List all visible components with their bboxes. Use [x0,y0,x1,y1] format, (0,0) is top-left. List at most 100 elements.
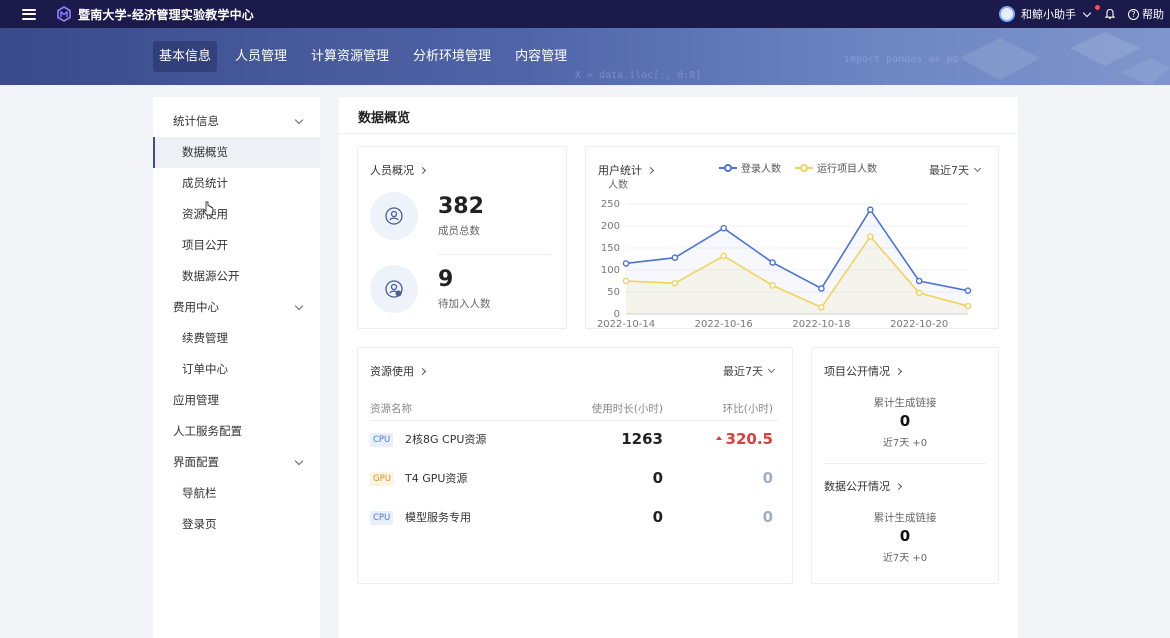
sidebar-group-label: 统计信息 [173,114,219,128]
sidebar-item-project-public[interactable]: 项目公开 [153,230,320,261]
chevron-down-icon [767,365,776,374]
project-link-recent: 近7天 +0 [882,438,928,449]
nav-tab-content[interactable]: 内容管理 [509,41,573,72]
legend-marker-run [795,163,813,173]
logo-icon [57,6,71,22]
decor-cubes [960,32,1170,85]
table-row: GPU T4 GPU资源 0 0 [358,460,792,499]
resource-type-tag: CPU [370,511,394,525]
x-tick-label: 2022-10-18 [792,319,850,327]
sidebar-item-orders[interactable]: 订单中心 [153,354,320,385]
resource-name: 模型服务专用 [405,511,471,524]
sidebar-group-ui-config[interactable]: 界面配置 [153,447,320,478]
resource-hours: 1263 [621,430,663,448]
sidebar-item-navbar[interactable]: 导航栏 [153,478,320,509]
data-public-title[interactable]: 数据公开情况 [824,478,903,494]
x-tick-label: 2022-10-20 [890,319,948,327]
project-public-title-label: 项目公开情况 [824,365,890,378]
members-total-label: 成员总数 [438,224,480,237]
data-public-title-label: 数据公开情况 [824,480,890,493]
user-stats-title[interactable]: 用户统计 [598,162,655,178]
chevron-down-icon [294,301,304,311]
data-point [622,277,630,285]
help-label: 帮助 [1142,8,1164,21]
sidebar-item-login-page[interactable]: 登录页 [153,509,320,540]
sidebar-group-label: 人工服务配置 [173,424,242,438]
legend-label-login: 登录人数 [741,164,781,175]
user-stats-chart: 人数0501001502002502022-10-14 2022-10-16 202… [597,178,972,327]
user-avatar[interactable] [999,6,1015,22]
sidebar-group-apps[interactable]: 应用管理 [153,385,320,416]
bell-icon[interactable] [1104,8,1116,20]
data-point [671,279,679,287]
public-status-panel: 项目公开情况 累计生成链接 0 近7天 +0 数据公开情况 累计生成链接 0 近… [811,347,999,584]
chevron-down-icon [973,164,982,173]
notification-dot [1095,5,1100,10]
resource-range-select[interactable]: 最近7天 [723,363,776,379]
nav-tab-basic-info[interactable]: 基本信息 [153,41,218,72]
nav-band: import pandas as pd X = data.iloc[:, 0:8… [0,28,1170,85]
personnel-title-label: 人员概况 [370,164,414,177]
resource-ratio-value: 320.5 [725,430,773,448]
pending-value: 9 [438,266,454,292]
stat-divider [438,254,551,255]
x-tick-label: 2022-10-16 [695,319,753,327]
sidebar-item-member-stats[interactable]: 成员统计 [153,168,320,199]
personnel-panel-title[interactable]: 人员概况 [370,162,427,178]
nav-tab-environment[interactable]: 分析环境管理 [407,41,497,72]
data-point [866,233,874,240]
decor-code-2: X = data.iloc[:, 0:8] [575,70,702,81]
sidebar: 统计信息 数据概览 成员统计 资源使用 项目公开 数据源公开 费用中心 续费管理… [153,97,320,638]
members-total-value: 382 [438,193,484,219]
members-stat: 382 成员总数 [370,192,484,240]
user-stats-range-select[interactable]: 最近7天 [929,162,982,178]
project-link-label: 累计生成链接 [873,397,937,409]
sidebar-group-label: 费用中心 [173,300,219,314]
app-title: 暨南大学-经济管理实验教学中心 [78,7,254,22]
data-point [964,302,972,310]
y-tick-label: 250 [601,199,620,210]
sidebar-item-datasource-public[interactable]: 数据源公开 [153,261,320,292]
user-stats-panel: 用户统计 登录人数 运行项目人数 最近7天 人数 0 50 100 150 200 250 2… [585,146,999,329]
chevron-right-icon [894,367,903,375]
sidebar-item-data-overview[interactable]: 数据概览 [153,137,320,168]
sidebar-group-manual-service[interactable]: 人工服务配置 [153,416,320,447]
x-tick-label: 2022-10-14 [597,319,655,327]
data-point [622,260,630,267]
sidebar-group-billing[interactable]: 费用中心 [153,292,320,323]
y-tick-label: 100 [601,265,620,276]
project-public-title[interactable]: 项目公开情况 [824,363,903,379]
public-divider [824,463,986,464]
data-point [915,277,923,285]
column-header-name: 资源名称 [370,403,412,415]
resource-name: T4 GPU资源 [405,472,468,485]
sidebar-item-renewal[interactable]: 续费管理 [153,323,320,354]
y-axis-label: 人数 [608,178,628,191]
nav-tab-compute[interactable]: 计算资源管理 [305,41,395,72]
y-tick-label: 150 [601,243,620,254]
nav-tab-personnel[interactable]: 人员管理 [229,41,293,72]
sidebar-item-resource-usage[interactable]: 资源使用 [153,199,320,230]
data-point [915,289,923,297]
sidebar-group-label: 界面配置 [173,455,219,469]
legend-marker-login [719,163,737,173]
chart-legend: 登录人数 运行项目人数 [719,160,877,175]
user-chevron-down-icon[interactable] [1082,8,1092,17]
chevron-right-icon [418,367,427,375]
column-header-ratio: 环比(小时) [722,403,773,415]
sidebar-group-stats[interactable]: 统计信息 [153,106,320,137]
hamburger-menu-icon[interactable] [22,8,36,20]
resource-panel-title[interactable]: 资源使用 [370,363,427,379]
sidebar-group-label: 应用管理 [173,393,219,407]
data-point [866,206,874,214]
help-link[interactable]: ? 帮助 [1128,6,1164,22]
legend-label-run: 运行项目人数 [817,164,877,175]
data-point [769,282,776,289]
y-tick-label: 50 [607,287,620,298]
chevron-right-icon [646,166,655,174]
data-point [769,259,776,266]
table-row: CPU 2核8G CPU资源 1263 320.5 [358,421,792,460]
data-link-count: 0 [899,527,911,545]
user-name[interactable]: 和鲸小助手 [1021,6,1076,22]
main-nav: 基本信息 人员管理 计算资源管理 分析环境管理 内容管理 [153,41,579,72]
